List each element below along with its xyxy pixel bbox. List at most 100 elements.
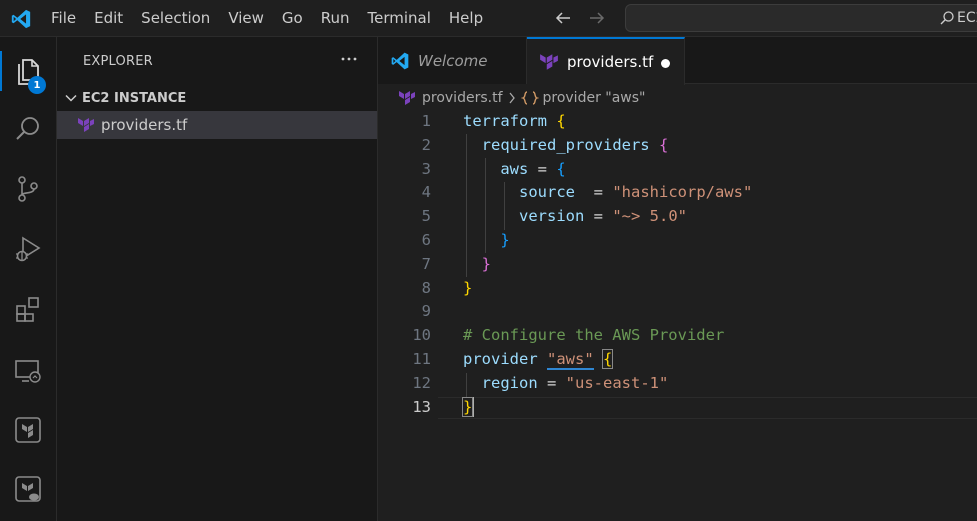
terraform-cloud-activity[interactable] (0, 461, 56, 517)
terraform-cloud-icon (15, 476, 41, 502)
menu-item-go[interactable]: Go (273, 0, 312, 37)
tab-providers-tf[interactable]: providers.tf (527, 37, 685, 85)
code-content: } (461, 396, 475, 420)
remote-explorer-activity[interactable] (0, 343, 56, 399)
code-token: "us-east-1" (565, 373, 669, 392)
search-icon (940, 11, 954, 25)
code-token: source (519, 183, 575, 202)
code-line[interactable]: 7 } (378, 253, 977, 277)
line-number: 5 (421, 207, 431, 226)
terraform-activity[interactable] (0, 402, 56, 458)
line-number: 10 (412, 326, 431, 345)
search-activity[interactable] (0, 101, 56, 157)
code-token: "~> 5.0" (612, 207, 687, 226)
command-center-search[interactable]: EC2 (625, 4, 977, 32)
line-number: 12 (412, 373, 431, 392)
code-token: aws (500, 159, 529, 178)
line-number: 3 (421, 159, 431, 178)
source-control-activity[interactable] (0, 161, 56, 217)
line-number: 4 (421, 183, 431, 202)
chevron-down-icon (65, 94, 77, 102)
vscode-logo-icon[interactable] (10, 8, 32, 30)
remote-explorer-icon (15, 360, 41, 383)
code-content: } (463, 253, 491, 277)
code-token: # Configure the AWS Provider (463, 326, 725, 345)
menu-item-view[interactable]: View (219, 0, 273, 37)
code-token: { (556, 159, 566, 178)
code-editor[interactable]: 1 terraform {2 required_providers {3 aws … (378, 110, 977, 521)
explorer-badge: 1 (28, 76, 46, 94)
code-line[interactable]: 3 aws = { (378, 158, 977, 182)
code-token: terraform (463, 112, 547, 130)
code-line[interactable]: 9 (378, 300, 977, 324)
unsaved-changes-dot[interactable] (661, 59, 670, 68)
terraform-icon (15, 417, 41, 443)
code-line[interactable]: 2 required_providers { (378, 134, 977, 158)
menu-item-help[interactable]: Help (440, 0, 492, 37)
code-token: } (500, 231, 510, 249)
code-token: region (481, 373, 538, 392)
menu-item-selection[interactable]: Selection (132, 0, 219, 37)
line-number: 8 (421, 278, 431, 297)
code-line[interactable]: 1 terraform { (378, 110, 977, 134)
more-actions-icon[interactable] (339, 51, 359, 67)
code-line[interactable]: 4 source = "hashicorp/aws" (378, 181, 977, 205)
code-token: "hashicorp/aws" (612, 183, 753, 202)
code-token: { (556, 112, 566, 130)
explorer-sidebar: EXPLORER EC2 INSTANCE providers.tf (57, 37, 378, 521)
explorer-activity[interactable]: 1 (0, 43, 56, 99)
code-token: } (481, 254, 492, 273)
code-token: = (575, 183, 613, 202)
code-token: = (528, 159, 557, 178)
folder-ec2-instance[interactable]: EC2 INSTANCE (57, 87, 377, 109)
file-item-providers-tf[interactable]: providers.tf (57, 111, 377, 139)
line-number: 2 (421, 135, 431, 154)
navigation-controls (553, 8, 607, 28)
source-control-icon (18, 176, 38, 202)
breadcrumb-file[interactable]: providers.tf (422, 90, 503, 106)
tab-welcome[interactable]: Welcome (378, 37, 527, 84)
code-content: required_providers { (463, 134, 669, 158)
extensions-icon (16, 297, 39, 322)
menu-item-terminal[interactable]: Terminal (359, 0, 440, 37)
menu-item-edit[interactable]: Edit (85, 0, 132, 37)
symbol-braces-icon (520, 91, 539, 105)
code-line[interactable]: 12 region = "us-east-1" (378, 372, 977, 396)
run-debug-icon (16, 236, 41, 262)
run-debug-activity[interactable] (0, 221, 56, 277)
code-token: "aws" (547, 350, 594, 370)
menu-item-file[interactable]: File (42, 0, 85, 37)
code-line[interactable]: 6 } (378, 229, 977, 253)
forward-arrow-icon[interactable] (587, 8, 607, 28)
code-content: } (463, 229, 510, 253)
activity-bar: 1 (0, 37, 57, 521)
code-token: = (584, 207, 613, 226)
breadcrumb-symbol[interactable]: provider "aws" (543, 90, 646, 106)
menu-bar: File Edit Selection View Go Run Terminal Help (42, 0, 492, 37)
line-number: 7 (421, 254, 431, 273)
back-arrow-icon[interactable] (553, 8, 573, 28)
code-content: region = "us-east-1" (463, 372, 669, 396)
code-line[interactable]: 13} (378, 396, 977, 420)
sidebar-title: EXPLORER (83, 54, 153, 69)
breadcrumb: providers.tf provider "aws" (398, 87, 645, 109)
menu-item-run[interactable]: Run (312, 0, 359, 37)
extensions-activity[interactable] (0, 281, 56, 337)
code-token: required_providers (481, 135, 650, 154)
search-text: EC2 (957, 10, 977, 26)
code-token: version (519, 207, 585, 226)
folder-name: EC2 INSTANCE (82, 90, 187, 106)
code-line[interactable]: 8} (378, 277, 977, 301)
code-line[interactable]: 11 provider "aws" { (378, 348, 977, 372)
code-content: } (463, 277, 472, 301)
search-icon (16, 117, 39, 140)
text-cursor (472, 397, 475, 418)
code-line[interactable]: 10 # Configure the AWS Provider (378, 324, 977, 348)
code-line[interactable]: 5 version = "~> 5.0" (378, 205, 977, 229)
